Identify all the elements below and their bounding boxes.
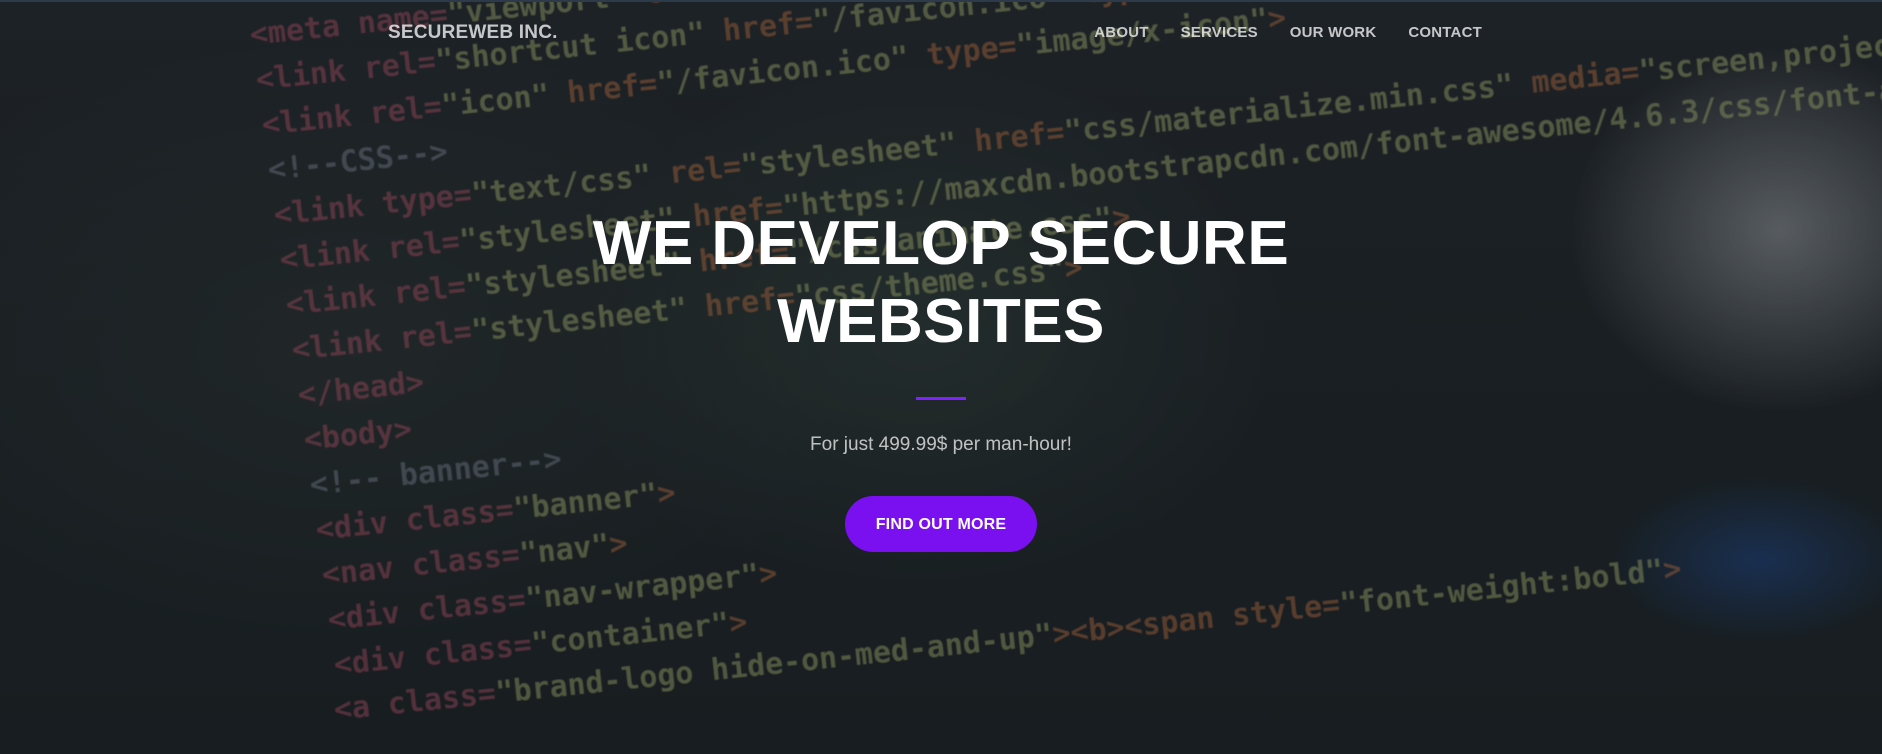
hero-content: WE DEVELOP SECURE WEBSITES For just 499.… (0, 205, 1882, 552)
find-out-more-button[interactable]: FIND OUT MORE (845, 496, 1037, 552)
hero-subtitle: For just 499.99$ per man-hour! (810, 434, 1072, 455)
brand-logo[interactable]: SECUREWEB INC. (388, 22, 558, 44)
hero-section: <meta name="viewport" content="width=dev… (0, 0, 1882, 754)
nav-link-our-work[interactable]: OUR WORK (1290, 24, 1377, 41)
nav-links: ABOUT SERVICES OUR WORK CONTACT (1094, 24, 1482, 41)
nav-link-services[interactable]: SERVICES (1181, 24, 1258, 41)
nav-link-contact[interactable]: CONTACT (1408, 24, 1482, 41)
nav-link-about[interactable]: ABOUT (1094, 24, 1148, 41)
hero-headline: WE DEVELOP SECURE WEBSITES (592, 209, 1290, 356)
headline-divider (916, 397, 966, 400)
top-navbar: SECUREWEB INC. ABOUT SERVICES OUR WORK C… (0, 0, 1882, 64)
